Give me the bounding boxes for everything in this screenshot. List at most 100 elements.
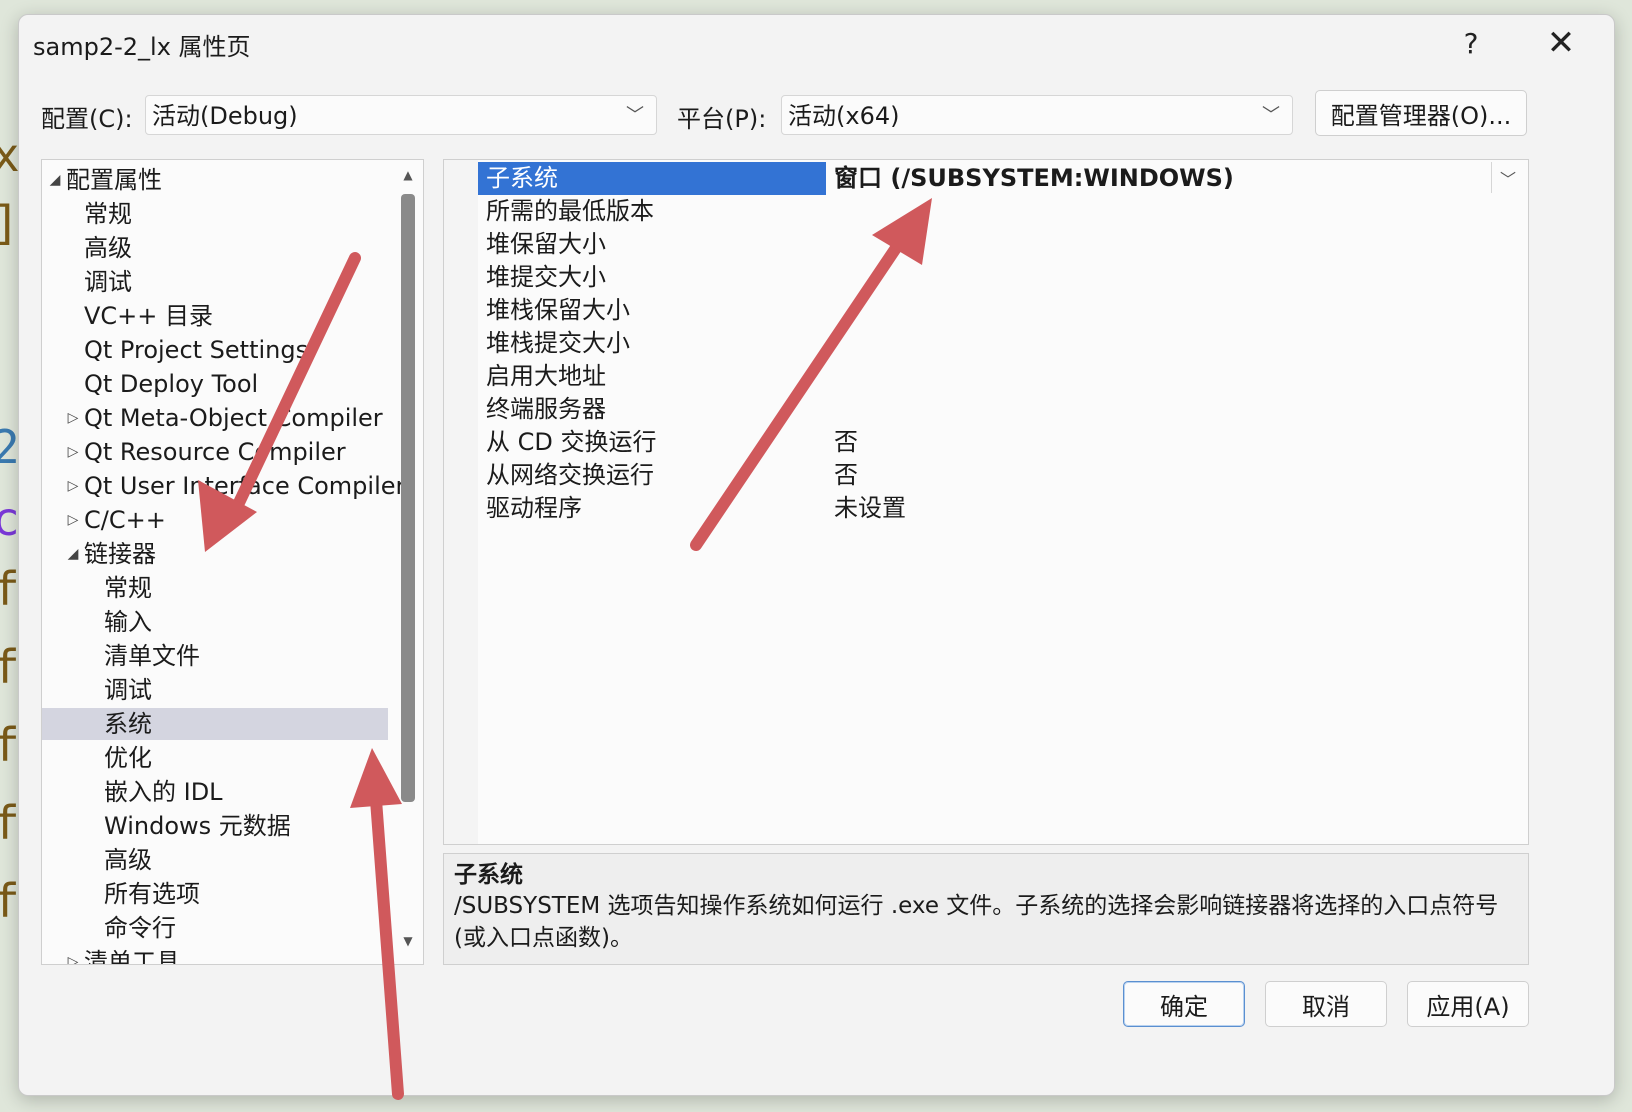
config-combobox[interactable]: 活动(Debug) ﹀ xyxy=(145,95,657,135)
property-value[interactable] xyxy=(830,393,1524,426)
background-editor-glyph: 2 xyxy=(0,420,20,474)
tree-item[interactable]: ◢ 配置属性 xyxy=(42,164,388,196)
tree-item[interactable]: Qt Project Settings xyxy=(42,334,388,366)
description-title: 子系统 xyxy=(454,862,523,888)
expand-icon[interactable]: ▷ xyxy=(64,436,82,468)
expand-icon[interactable]: ▷ xyxy=(64,470,82,502)
tree-item[interactable]: 命令行 xyxy=(42,912,388,944)
property-name: 驱动程序 xyxy=(486,494,582,522)
title-bar: samp2-2_lx 属性页 ? ✕ xyxy=(19,15,1614,71)
tree-item-label: Windows 元数据 xyxy=(104,812,291,840)
tree-item-label: 所有选项 xyxy=(104,880,200,908)
tree-item[interactable]: ▷ Qt User Interface Compiler xyxy=(42,470,406,502)
tree-item[interactable]: VC++ 目录 xyxy=(42,300,388,332)
property-name: 所需的最低版本 xyxy=(486,197,654,225)
close-button[interactable]: ✕ xyxy=(1531,21,1591,65)
property-value[interactable]: 否 xyxy=(830,426,1524,459)
help-button[interactable]: ? xyxy=(1441,21,1501,65)
property-value[interactable] xyxy=(830,261,1524,294)
property-row[interactable]: 终端服务器 xyxy=(478,393,1524,426)
cancel-button[interactable]: 取消 xyxy=(1265,981,1387,1027)
background-editor-glyph: c xyxy=(0,492,20,546)
property-name: 从网络交换运行 xyxy=(486,461,654,489)
expand-icon[interactable]: ▷ xyxy=(64,504,82,536)
expand-icon[interactable]: ▷ xyxy=(64,946,82,964)
platform-value: 活动(x64) xyxy=(788,102,900,130)
expand-icon[interactable]: ▷ xyxy=(64,402,82,434)
tree-item[interactable]: 调试 xyxy=(42,266,388,298)
property-value[interactable] xyxy=(830,327,1524,360)
property-value[interactable] xyxy=(830,195,1524,228)
tree-item[interactable]: 优化 xyxy=(42,742,388,774)
tree-scrollbar[interactable]: ▲ ▼ xyxy=(395,162,421,960)
tree-item[interactable]: Qt Deploy Tool xyxy=(42,368,388,400)
tree-item-label: 嵌入的 IDL xyxy=(104,778,223,806)
scroll-thumb[interactable] xyxy=(401,194,415,802)
property-row[interactable]: 子系统 窗口 (/SUBSYSTEM:WINDOWS) ﹀ xyxy=(478,162,1524,195)
apply-button[interactable]: 应用(A) xyxy=(1407,981,1529,1027)
property-row[interactable]: 所需的最低版本 xyxy=(478,195,1524,228)
tree-item[interactable]: ▷ 清单工具 xyxy=(42,946,388,964)
scroll-down-icon[interactable]: ▼ xyxy=(397,934,419,948)
property-row[interactable]: 堆栈提交大小 xyxy=(478,327,1524,360)
property-value[interactable]: 否 xyxy=(830,459,1524,492)
category-tree[interactable]: ◢ 配置属性 常规 高级 调试 VC++ 目录 Qt Project Settings Qt … xyxy=(41,159,424,965)
tree-item-label: 输入 xyxy=(104,608,152,636)
tree-item-label: 系统 xyxy=(104,710,152,738)
tree-item[interactable]: 所有选项 xyxy=(42,878,388,910)
tree-item[interactable]: 高级 xyxy=(42,232,388,264)
chevron-down-icon[interactable]: ﹀ xyxy=(1491,162,1524,193)
tree-item[interactable]: 输入 xyxy=(42,606,388,638)
tree-item[interactable]: ◢ 链接器 xyxy=(42,538,388,570)
background-editor-glyph: f xyxy=(0,796,20,850)
tree-item-label: Qt Deploy Tool xyxy=(84,370,259,398)
tree-item[interactable]: ▷ C/C++ xyxy=(42,504,388,536)
collapse-icon[interactable]: ◢ xyxy=(46,164,64,196)
property-row[interactable]: 从网络交换运行 否 xyxy=(478,459,1524,492)
tree-item[interactable]: 调试 xyxy=(42,674,388,706)
background-editor-glyph: x xyxy=(0,128,20,182)
tree-item-label: 调试 xyxy=(84,268,132,296)
tree-item[interactable]: 清单文件 xyxy=(42,640,388,672)
property-value[interactable] xyxy=(830,228,1524,261)
config-label: 配置(C): xyxy=(41,105,133,133)
chevron-down-icon: ﹀ xyxy=(626,105,644,126)
tree-item[interactable]: 系统 xyxy=(42,708,388,740)
tree-item-label: Qt Project Settings xyxy=(84,336,309,364)
property-name: 堆提交大小 xyxy=(486,263,606,291)
tree-item[interactable]: ▷ Qt Resource Compiler xyxy=(42,436,388,468)
tree-item-label: 调试 xyxy=(104,676,152,704)
tree-item[interactable]: Windows 元数据 xyxy=(42,810,388,842)
property-row[interactable]: 启用大地址 xyxy=(478,360,1524,393)
tree-item[interactable]: 高级 xyxy=(42,844,388,876)
property-row[interactable]: 驱动程序 未设置 xyxy=(478,492,1524,525)
background-editor-glyph: f xyxy=(0,640,20,694)
tree-item[interactable]: 常规 xyxy=(42,198,388,230)
config-manager-button[interactable]: 配置管理器(O)... xyxy=(1315,90,1527,136)
tree-item[interactable]: 常规 xyxy=(42,572,388,604)
property-value[interactable]: 未设置 xyxy=(830,492,1524,525)
property-value[interactable]: 窗口 (/SUBSYSTEM:WINDOWS) xyxy=(830,162,1524,195)
property-value[interactable] xyxy=(830,360,1524,393)
scroll-up-icon[interactable]: ▲ xyxy=(397,168,419,182)
property-row[interactable]: 堆栈保留大小 xyxy=(478,294,1524,327)
tree-item-label: 优化 xyxy=(104,744,152,772)
ok-button[interactable]: 确定 xyxy=(1123,981,1245,1027)
tree-item[interactable]: 嵌入的 IDL xyxy=(42,776,388,808)
property-name: 启用大地址 xyxy=(486,362,606,390)
property-row[interactable]: 堆保留大小 xyxy=(478,228,1524,261)
platform-combobox[interactable]: 活动(x64) ﹀ xyxy=(781,95,1293,135)
property-name: 从 CD 交换运行 xyxy=(486,428,657,456)
tree-item[interactable]: ▷ Qt Meta-Object Compiler xyxy=(42,402,388,434)
property-value[interactable] xyxy=(830,294,1524,327)
property-name: 终端服务器 xyxy=(486,395,606,423)
config-value: 活动(Debug) xyxy=(152,102,298,130)
property-row[interactable]: 堆提交大小 xyxy=(478,261,1524,294)
window-title: samp2-2_lx 属性页 xyxy=(33,33,251,61)
tree-item-label: Qt Resource Compiler xyxy=(84,438,346,466)
property-name: 子系统 xyxy=(478,162,826,195)
collapse-icon[interactable]: ◢ xyxy=(64,538,82,570)
tree-item-label: VC++ 目录 xyxy=(84,302,214,330)
platform-label: 平台(P): xyxy=(677,105,767,133)
property-row[interactable]: 从 CD 交换运行 否 xyxy=(478,426,1524,459)
